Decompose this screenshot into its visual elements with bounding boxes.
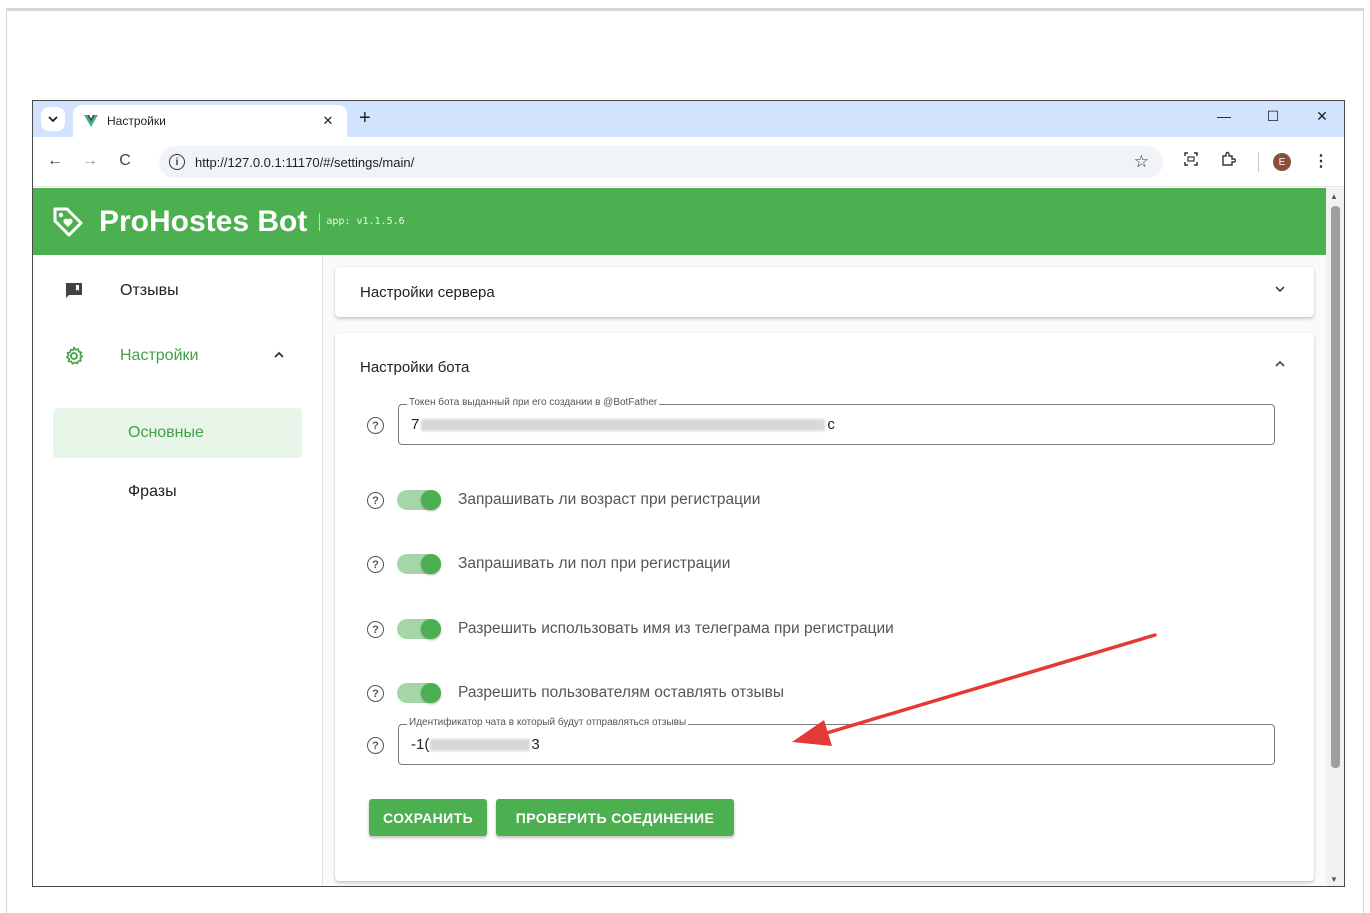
sidebar-item-label: Настройки xyxy=(120,347,199,364)
browser-toolbar: ← → C i http://127.0.0.1:11170/#/setting… xyxy=(33,137,1344,187)
maximize-button[interactable]: ☐ xyxy=(1263,108,1283,125)
back-arrow-icon[interactable]: ← xyxy=(45,152,65,170)
main-content: Настройки сервера Настройки бота ? Токен… xyxy=(323,255,1326,886)
app-title: ProHostes Bot xyxy=(99,204,308,238)
server-settings-panel[interactable]: Настройки сервера xyxy=(335,267,1314,317)
sidebar-item-reviews[interactable]: Отзывы xyxy=(33,267,323,315)
toggle-label: Запрашивать ли возраст при регистрации xyxy=(458,491,761,508)
address-bar[interactable]: i http://127.0.0.1:11170/#/settings/main… xyxy=(159,146,1163,178)
reload-icon[interactable]: C xyxy=(115,152,135,170)
toggle-ask-gender[interactable]: ? Запрашивать ли пол при регистрации xyxy=(360,549,1260,579)
vue-logo-icon xyxy=(84,115,98,127)
app-version: app: v1.1.5.6 xyxy=(326,216,405,227)
tab-strip: Настройки ✕ + — ☐ ✕ xyxy=(33,101,1344,137)
header-divider xyxy=(319,212,321,231)
chevron-up-icon xyxy=(273,349,285,364)
sidebar-subitem-phrases[interactable]: Фразы xyxy=(53,467,302,517)
scroll-up-icon[interactable]: ▲ xyxy=(1330,192,1338,201)
help-icon[interactable]: ? xyxy=(367,492,384,509)
new-tab-button[interactable]: + xyxy=(359,107,371,129)
help-icon[interactable]: ? xyxy=(367,621,384,638)
save-button[interactable]: СОХРАНИТЬ xyxy=(369,799,487,836)
scroll-thumb[interactable] xyxy=(1331,206,1340,768)
telegram-name-switch[interactable] xyxy=(397,619,441,639)
sidebar-subitem-label: Фразы xyxy=(128,483,177,500)
browser-window: Настройки ✕ + — ☐ ✕ ← → C i http://127.0… xyxy=(32,100,1345,887)
bot-token-field[interactable]: Токен бота выданный при его создании в @… xyxy=(398,397,1275,445)
profile-avatar[interactable]: E xyxy=(1273,153,1291,171)
close-window-button[interactable]: ✕ xyxy=(1312,108,1332,125)
panel-title: Настройки сервера xyxy=(360,284,495,301)
more-menu-icon[interactable]: ⋮ xyxy=(1313,151,1329,171)
help-icon[interactable]: ? xyxy=(367,556,384,573)
check-connection-button[interactable]: ПРОВЕРИТЬ СОЕДИНЕНИЕ xyxy=(496,799,734,836)
chevron-down-icon[interactable] xyxy=(1274,283,1286,298)
help-icon[interactable]: ? xyxy=(367,685,384,702)
bookmark-star-icon[interactable]: ☆ xyxy=(1134,152,1149,172)
field-legend: Токен бота выданный при его создании в @… xyxy=(407,397,660,408)
site-info-icon[interactable]: i xyxy=(169,154,185,170)
scroll-down-icon[interactable]: ▼ xyxy=(1330,875,1338,884)
help-icon[interactable]: ? xyxy=(367,417,384,434)
tab-search-button[interactable] xyxy=(41,107,65,131)
close-tab-icon[interactable]: ✕ xyxy=(319,113,337,129)
sidebar: Отзывы Настройки Основные Фразы xyxy=(33,255,323,886)
app-header: ProHostes Bot app: v1.1.5.6 xyxy=(33,188,1326,255)
help-icon[interactable]: ? xyxy=(367,737,384,754)
minimize-button[interactable]: — xyxy=(1214,108,1234,124)
gender-switch[interactable] xyxy=(397,554,441,574)
chat-id-value-end: 3 xyxy=(531,736,540,753)
page-viewport: ProHostes Bot app: v1.1.5.6 Отзывы Настр… xyxy=(33,188,1326,886)
token-value-start: 7 xyxy=(411,416,420,433)
feedback-icon xyxy=(63,280,85,302)
annotation-arrow xyxy=(792,633,1157,746)
token-value-end: c xyxy=(827,416,835,433)
toggle-label: Запрашивать ли пол при регистрации xyxy=(458,555,731,572)
tab-settings[interactable]: Настройки ✕ xyxy=(73,105,347,137)
toggle-ask-age[interactable]: ? Запрашивать ли возраст при регистрации xyxy=(360,485,1260,515)
forward-arrow-icon[interactable]: → xyxy=(80,152,100,170)
chat-id-value-start: -1( xyxy=(411,736,430,753)
redacted-text xyxy=(430,739,531,752)
toggle-label: Разрешить пользователям оставлять отзывы xyxy=(458,684,785,701)
tab-title: Настройки xyxy=(107,114,166,128)
age-switch[interactable] xyxy=(397,490,441,510)
chevron-down-icon xyxy=(48,116,58,123)
redacted-text xyxy=(421,419,826,432)
sidebar-subitem-label: Основные xyxy=(128,424,204,441)
toolbar-divider xyxy=(1258,152,1259,172)
field-value[interactable]: 7c xyxy=(411,416,835,433)
field-value[interactable]: -1( 3 xyxy=(411,736,540,753)
url-text[interactable]: http://127.0.0.1:11170/#/settings/main/ xyxy=(195,155,1134,170)
reviews-switch[interactable] xyxy=(397,683,441,703)
bot-settings-panel: Настройки бота ? Токен бота выданный при… xyxy=(335,333,1314,881)
field-legend: Идентификатор чата в который будут отпра… xyxy=(407,717,689,728)
extensions-icon[interactable] xyxy=(1220,151,1237,171)
sidebar-subitem-main[interactable]: Основные xyxy=(53,408,302,458)
panel-title: Настройки бота xyxy=(360,359,470,376)
tag-heart-icon xyxy=(53,207,83,236)
sidebar-item-label: Отзывы xyxy=(120,282,179,299)
sidebar-item-settings[interactable]: Настройки xyxy=(33,332,323,380)
page-scrollbar[interactable]: ▲ ▼ xyxy=(1326,188,1344,886)
gear-icon xyxy=(63,345,85,367)
chevron-up-icon[interactable] xyxy=(1274,358,1286,373)
screen-capture-icon[interactable] xyxy=(1183,151,1199,171)
